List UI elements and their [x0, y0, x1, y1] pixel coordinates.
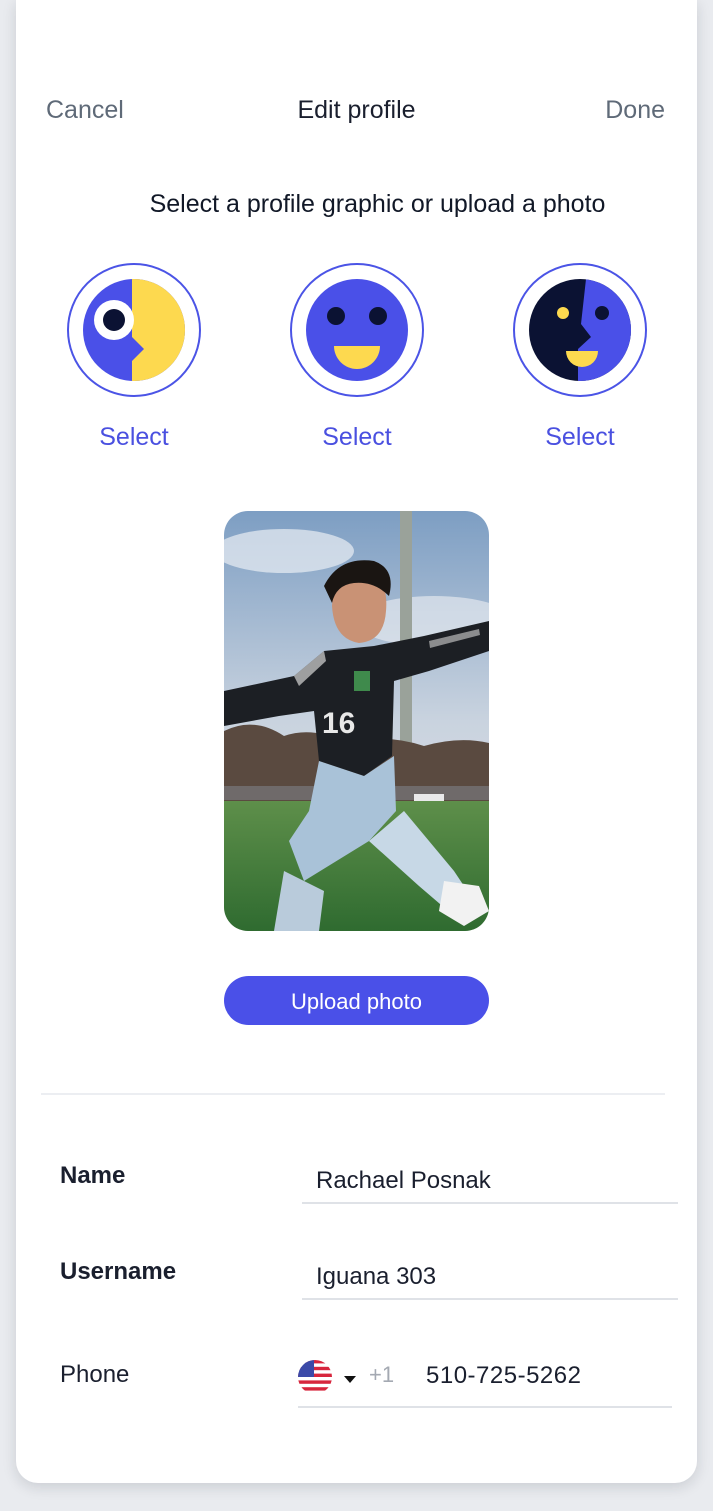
- instruction-text: Select a profile graphic or upload a pho…: [149, 190, 606, 218]
- chevron-down-icon[interactable]: [344, 1376, 356, 1383]
- graphic-option-1: Select: [67, 263, 201, 452]
- graphic-option-3: Select: [513, 263, 647, 452]
- select-graphic-1-button[interactable]: Select: [99, 423, 168, 452]
- done-button[interactable]: Done: [605, 96, 665, 125]
- phone-label: Phone: [60, 1361, 130, 1388]
- profile-photo: 16: [224, 511, 489, 931]
- soccer-player-photo: 16: [224, 511, 489, 931]
- divider: [41, 1093, 665, 1095]
- graphic-option-3-avatar[interactable]: [513, 263, 647, 397]
- edit-profile-card: Cancel Edit profile Done Select a profil…: [16, 0, 697, 1483]
- graphic-option-2-avatar[interactable]: [290, 263, 424, 397]
- username-label: Username: [60, 1258, 177, 1285]
- select-graphic-2-button[interactable]: Select: [322, 423, 391, 452]
- page-title: Edit profile: [297, 96, 416, 124]
- graphic-option-2: Select: [290, 263, 424, 452]
- phone-number-input[interactable]: 510-725-5262: [426, 1362, 581, 1390]
- dial-code: +1: [369, 1362, 395, 1387]
- split-face-icon: [529, 279, 631, 381]
- phone-field: +1 510-725-5262: [298, 1354, 672, 1408]
- select-graphic-3-button[interactable]: Select: [545, 423, 614, 452]
- smiley-face-icon: [306, 279, 408, 381]
- upload-photo-button[interactable]: Upload photo: [224, 976, 489, 1025]
- us-flag-icon[interactable]: [298, 1360, 332, 1394]
- username-field[interactable]: Iguana 303: [302, 1254, 678, 1300]
- graphic-option-1-avatar[interactable]: [67, 263, 201, 397]
- name-field[interactable]: Rachael Posnak: [302, 1158, 678, 1204]
- name-label: Name: [60, 1162, 126, 1189]
- svg-text:16: 16: [322, 707, 355, 740]
- profile-face-icon: [83, 279, 185, 381]
